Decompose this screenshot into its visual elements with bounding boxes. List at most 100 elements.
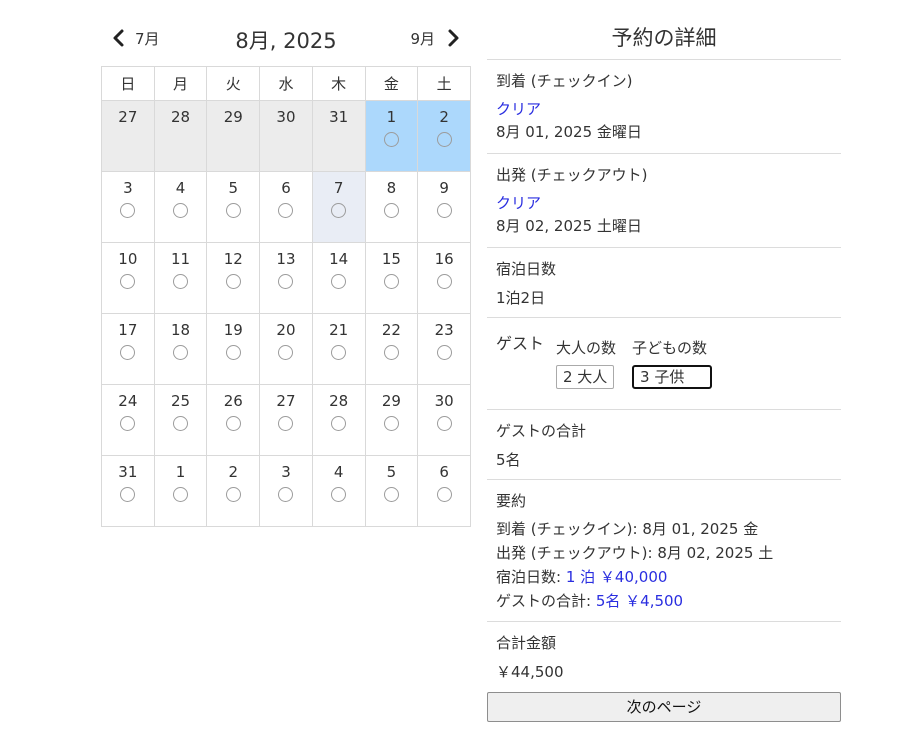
day-radio[interactable] [383,416,399,431]
calendar-day-cell[interactable]: 22 [364,313,419,385]
day-radio[interactable] [331,416,347,431]
calendar-header: 7月 8月, 2025 9月 [101,16,471,62]
total-value: ￥44,500 [496,663,564,681]
day-radio[interactable] [436,416,452,431]
calendar-week-row: 10 11 12 13 14 15 16 [101,242,471,314]
day-radio[interactable] [225,345,241,360]
calendar-body: 27 28 29 30 31 1 2 3 4 5 6 7 8 9 10 11 12 13 14 15 16 17 18 19 2… [101,100,471,527]
day-radio[interactable] [278,416,294,431]
day-number: 17 [118,321,138,339]
calendar-day-cell: 28 [153,100,208,172]
nights-label: 宿泊日数 [496,260,557,278]
day-radio[interactable] [120,345,136,360]
calendar-day-cell[interactable]: 1 [364,100,419,172]
summary-checkout-line: 出発 (チェックアウト): 8月 02, 2025 土 [496,541,832,565]
calendar-day-cell[interactable]: 21 [311,313,366,385]
day-radio[interactable] [225,203,241,218]
next-page-button[interactable]: 次のページ [487,692,841,722]
calendar-day-cell[interactable]: 3 [101,171,155,243]
day-radio[interactable] [120,416,136,431]
calendar-day-cell[interactable]: 5 [206,171,261,243]
calendar-day-cell[interactable]: 3 [259,455,313,527]
calendar-day-cell[interactable]: 4 [153,171,208,243]
day-radio[interactable] [278,203,294,218]
next-month-button[interactable]: 9月 [410,26,463,50]
day-radio[interactable] [173,487,189,502]
calendar-day-cell[interactable]: 29 [364,384,419,456]
day-radio[interactable] [436,487,452,502]
weekday-header: 土 [417,66,471,101]
day-radio[interactable] [278,487,294,502]
day-radio[interactable] [173,345,189,360]
day-number: 10 [118,250,138,268]
calendar-day-cell[interactable]: 12 [206,242,261,314]
calendar-day-cell[interactable]: 23 [417,313,471,385]
day-radio[interactable] [173,203,189,218]
guest-total-section: ゲストの合計 5名 [487,410,841,480]
calendar-day-cell[interactable]: 17 [101,313,155,385]
day-number: 29 [381,392,401,410]
day-radio[interactable] [383,203,399,218]
calendar-day-cell[interactable]: 4 [311,455,366,527]
calendar-day-cell[interactable]: 28 [311,384,366,456]
day-radio[interactable] [436,274,452,289]
calendar-day-cell[interactable]: 10 [101,242,155,314]
day-radio[interactable] [383,487,399,502]
calendar-day-cell[interactable]: 31 [101,455,155,527]
summary-guests-line: ゲストの合計: 5名 ￥4,500 [496,589,832,613]
day-radio[interactable] [225,487,241,502]
day-radio[interactable] [383,132,399,147]
day-radio[interactable] [278,345,294,360]
summary-checkout-value: 8月 02, 2025 土 [657,544,774,562]
checkout-label: 出発 (チェックアウト) [496,166,648,184]
calendar-day-cell[interactable]: 26 [206,384,261,456]
day-number: 30 [276,108,296,126]
calendar-day-cell[interactable]: 14 [311,242,366,314]
calendar-day-cell[interactable]: 16 [417,242,471,314]
calendar-day-cell[interactable]: 11 [153,242,208,314]
calendar-day-cell[interactable]: 24 [101,384,155,456]
day-radio[interactable] [383,345,399,360]
calendar-day-cell[interactable]: 19 [206,313,261,385]
day-radio[interactable] [331,345,347,360]
day-radio[interactable] [120,487,136,502]
calendar-day-cell[interactable]: 9 [417,171,471,243]
day-radio[interactable] [225,274,241,289]
day-radio[interactable] [120,203,136,218]
calendar-day-cell[interactable]: 15 [364,242,419,314]
day-radio[interactable] [436,132,452,147]
day-radio[interactable] [173,416,189,431]
day-radio[interactable] [331,203,347,218]
calendar-day-cell[interactable]: 25 [153,384,208,456]
children-select[interactable]: 3 子供 [632,365,713,389]
day-radio[interactable] [120,274,136,289]
checkout-clear-link[interactable]: クリア [496,191,832,215]
day-radio[interactable] [436,203,452,218]
day-radio[interactable] [331,274,347,289]
checkin-clear-link[interactable]: クリア [496,97,832,121]
day-radio[interactable] [278,274,294,289]
children-label: 子どもの数 [632,339,708,357]
calendar-day-cell[interactable]: 5 [364,455,419,527]
calendar-day-cell[interactable]: 27 [259,384,313,456]
calendar-day-cell[interactable]: 2 [206,455,261,527]
day-number: 9 [439,179,449,197]
day-radio[interactable] [436,345,452,360]
calendar-day-cell[interactable]: 6 [259,171,313,243]
day-radio[interactable] [173,274,189,289]
calendar-day-cell[interactable]: 30 [417,384,471,456]
calendar-day-cell[interactable]: 7 [311,171,366,243]
adults-select[interactable]: 2 大人 [556,365,615,389]
calendar-day-cell[interactable]: 13 [259,242,313,314]
day-radio[interactable] [225,416,241,431]
calendar-day-cell[interactable]: 1 [153,455,208,527]
calendar-day-cell[interactable]: 20 [259,313,313,385]
calendar-day-cell[interactable]: 6 [417,455,471,527]
calendar-day-cell: 29 [206,100,261,172]
day-radio[interactable] [331,487,347,502]
calendar-day-cell[interactable]: 18 [153,313,208,385]
calendar-week-row: 27 28 29 30 31 1 2 [101,100,471,172]
calendar-day-cell[interactable]: 8 [364,171,419,243]
day-radio[interactable] [383,274,399,289]
calendar-day-cell[interactable]: 2 [417,100,471,172]
